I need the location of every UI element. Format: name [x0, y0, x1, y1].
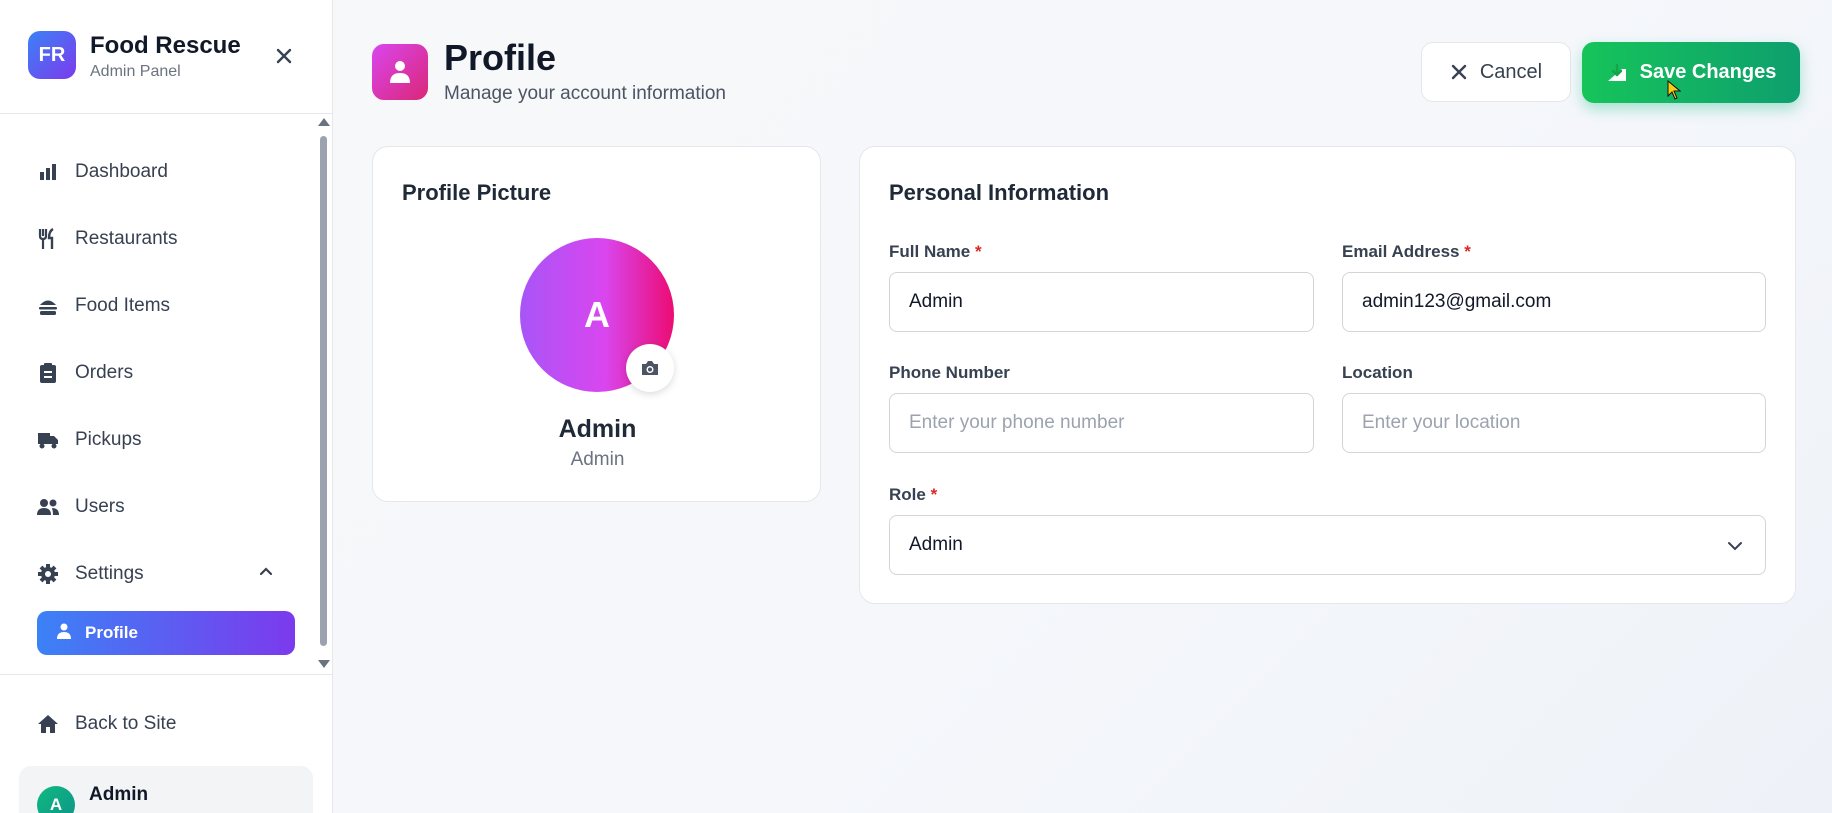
user-icon	[57, 623, 71, 644]
users-icon	[37, 496, 59, 518]
user-icon	[390, 61, 410, 83]
full-name-label: Full Name *	[889, 242, 982, 262]
full-name-field[interactable]	[889, 272, 1314, 332]
cancel-button-label: Cancel	[1479, 60, 1543, 83]
location-field[interactable]	[1342, 393, 1766, 453]
hamburger-icon	[37, 295, 59, 317]
save-button-label: Save Changes	[1639, 61, 1777, 83]
sidebar: FR Food Rescue Admin Panel Dashboard Res…	[0, 0, 333, 813]
email-field[interactable]	[1342, 272, 1766, 332]
personal-information-card: Personal Information Full Name * Email A…	[859, 146, 1796, 604]
scroll-up-arrow[interactable]	[318, 118, 330, 126]
required-mark: *	[930, 485, 938, 504]
save-icon	[1607, 63, 1626, 81]
brand-subtitle: Admin Panel	[90, 63, 181, 80]
profile-header-icon	[372, 44, 428, 100]
full-name-label-text: Full Name	[889, 242, 971, 261]
phone-label: Phone Number	[889, 363, 1010, 382]
chevron-down-icon	[1728, 542, 1742, 551]
scroll-thumb[interactable]	[320, 136, 327, 646]
home-icon	[37, 713, 59, 735]
sidebar-item-orders[interactable]: Orders	[37, 355, 297, 391]
sidebar-item-label: Dashboard	[75, 161, 168, 182]
page-title: Profile	[444, 37, 557, 78]
close-icon	[276, 48, 292, 64]
personal-information-title: Personal Information	[889, 180, 1110, 205]
required-mark: *	[1464, 242, 1471, 261]
role-label-text: Role	[889, 485, 926, 504]
profile-name: Admin	[558, 415, 637, 443]
sidebar-item-label: Food Items	[75, 295, 171, 316]
camera-icon	[642, 361, 658, 375]
page-subtitle: Manage your account information	[444, 83, 726, 104]
brand-logo: FR	[28, 31, 76, 79]
profile-picture-title: Profile Picture	[402, 180, 552, 205]
role-label: Role *	[889, 485, 937, 505]
change-photo-button[interactable]	[626, 344, 674, 392]
brand-title: Food Rescue	[90, 32, 241, 59]
save-changes-button[interactable]: Save Changes	[1582, 42, 1800, 103]
phone-field[interactable]	[889, 393, 1314, 453]
back-to-site-link[interactable]: Back to Site	[37, 706, 176, 742]
sidebar-divider-top	[0, 113, 333, 114]
sidebar-item-label: Profile	[85, 623, 138, 642]
close-icon	[1451, 64, 1467, 80]
sidebar-item-users[interactable]: Users	[37, 489, 297, 525]
sidebar-user-card[interactable]: A Admin	[19, 766, 313, 813]
sidebar-item-label: Restaurants	[75, 228, 178, 249]
location-label: Location	[1342, 363, 1413, 382]
required-mark: *	[974, 242, 982, 261]
sidebar-item-restaurants[interactable]: Restaurants	[37, 221, 297, 257]
scroll-down-arrow[interactable]	[318, 660, 330, 668]
chevron-up-icon[interactable]	[256, 561, 276, 581]
sidebar-item-label: Settings	[75, 563, 144, 584]
sidebar-item-label: Users	[75, 496, 125, 517]
mouse-cursor-icon	[1667, 80, 1681, 100]
utensils-icon	[37, 228, 59, 250]
sidebar-divider-bottom	[0, 674, 333, 675]
truck-icon	[37, 429, 59, 451]
cancel-button[interactable]: Cancel	[1421, 42, 1571, 102]
sidebar-scrollbar[interactable]	[316, 118, 330, 670]
profile-picture-card: Profile Picture A Admin Admin	[372, 146, 821, 502]
back-to-site-label: Back to Site	[75, 713, 177, 734]
profile-role: Admin	[570, 449, 625, 470]
brand: FR Food Rescue Admin Panel	[28, 31, 308, 80]
role-select-value: Admin	[909, 534, 963, 555]
sidebar-user-name: Admin	[89, 784, 149, 805]
sidebar-item-dashboard[interactable]: Dashboard	[37, 154, 297, 190]
bar-chart-icon	[37, 161, 59, 183]
sidebar-item-food-items[interactable]: Food Items	[37, 288, 297, 324]
role-select[interactable]: Admin	[889, 515, 1766, 575]
email-label: Email Address *	[1342, 242, 1471, 262]
clipboard-icon	[37, 362, 59, 384]
close-sidebar-button[interactable]	[268, 40, 300, 72]
avatar: A	[37, 786, 75, 813]
sidebar-item-pickups[interactable]: Pickups	[37, 422, 297, 458]
sidebar-item-label: Pickups	[75, 429, 142, 450]
sidebar-item-label: Orders	[75, 362, 134, 383]
gear-icon	[37, 563, 59, 585]
sidebar-item-profile[interactable]: Profile	[37, 611, 295, 655]
email-label-text: Email Address	[1342, 242, 1460, 261]
